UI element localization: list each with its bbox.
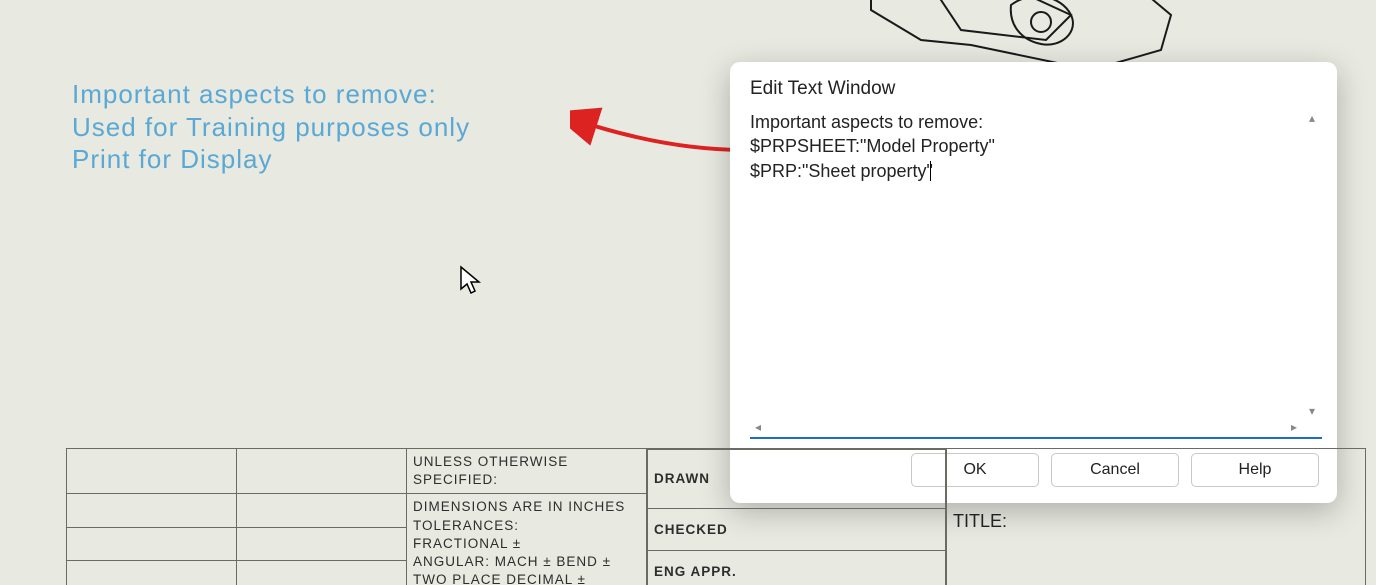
tb-title-cell: TITLE: xyxy=(947,449,1366,585)
horizontal-scrollbar[interactable]: ◂ ▸ xyxy=(750,419,1302,437)
callout-arrow-icon xyxy=(570,95,750,155)
edit-text-window-dialog: Edit Text Window Important aspects to re… xyxy=(730,62,1337,503)
scroll-down-icon[interactable]: ▾ xyxy=(1304,403,1320,419)
tb-cell-empty xyxy=(67,561,237,585)
tb-checked-label: CHECKED xyxy=(648,508,946,550)
tb-signatures: DRAWN CHECKED ENG APPR. xyxy=(647,449,947,585)
text-editor-content: Important aspects to remove: $PRPSHEET:"… xyxy=(750,112,995,181)
drawing-annotation[interactable]: Important aspects to remove: Used for Tr… xyxy=(72,78,470,176)
tb-cell-empty xyxy=(237,449,407,494)
tb-spec-line: ANGULAR: MACH ± BEND ± xyxy=(413,553,640,571)
tb-spec-line: TOLERANCES: xyxy=(413,517,640,535)
dialog-title: Edit Text Window xyxy=(730,62,1337,110)
scroll-up-icon[interactable]: ▴ xyxy=(1304,110,1320,126)
tb-spec-line: DIMENSIONS ARE IN INCHES xyxy=(413,498,640,516)
cursor-icon xyxy=(458,265,484,297)
annotation-line-1: Important aspects to remove: xyxy=(72,78,470,111)
scroll-right-icon[interactable]: ▸ xyxy=(1286,419,1302,435)
annotation-line-3: Print for Display xyxy=(72,143,470,176)
tb-cell-empty xyxy=(237,494,407,527)
tb-cell-empty xyxy=(67,449,237,494)
text-caret xyxy=(930,161,931,181)
tb-spec-line: TWO PLACE DECIMAL ± xyxy=(413,571,640,585)
annotation-line-2: Used for Training purposes only xyxy=(72,111,470,144)
tb-drawn-label: DRAWN xyxy=(648,450,946,509)
tb-spec-body: DIMENSIONS ARE IN INCHES TOLERANCES: FRA… xyxy=(407,494,647,585)
text-editor[interactable]: Important aspects to remove: $PRPSHEET:"… xyxy=(750,110,1300,437)
tb-cell-empty xyxy=(67,527,237,560)
tb-cell-empty xyxy=(237,561,407,585)
tb-cell-empty xyxy=(237,527,407,560)
tb-engappr-label: ENG APPR. xyxy=(648,551,946,585)
scroll-left-icon[interactable]: ◂ xyxy=(750,419,766,435)
vertical-scrollbar[interactable]: ▴ ▾ xyxy=(1302,110,1322,419)
tb-title-label: TITLE: xyxy=(953,511,1359,532)
text-area-container: Important aspects to remove: $PRPSHEET:"… xyxy=(750,110,1322,439)
tb-spec-line: FRACTIONAL ± xyxy=(413,535,640,553)
tb-spec-header: UNLESS OTHERWISE SPECIFIED: xyxy=(407,449,647,494)
drawing-title-block: UNLESS OTHERWISE SPECIFIED: DRAWN CHECKE… xyxy=(66,448,1366,585)
tb-cell-empty xyxy=(67,494,237,527)
